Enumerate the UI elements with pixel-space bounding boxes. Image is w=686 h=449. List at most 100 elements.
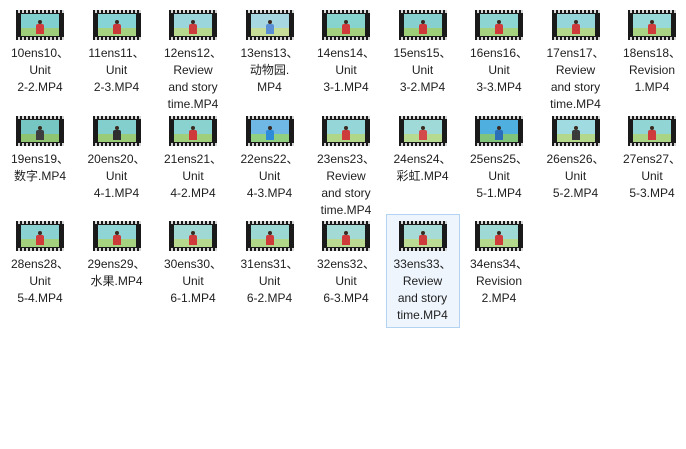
video-file-item[interactable]: 17ens17、 Review and story time.MP4 xyxy=(539,3,613,117)
film-perforation xyxy=(475,221,523,224)
video-thumbnail-icon xyxy=(92,10,141,40)
video-thumbnail-icon xyxy=(322,221,370,251)
presenter-figure xyxy=(112,20,121,34)
presenter-figure xyxy=(342,231,350,245)
film-perforation xyxy=(169,143,217,146)
presenter-figure xyxy=(495,20,503,34)
video-frame xyxy=(174,225,212,247)
film-perforation xyxy=(551,116,600,119)
video-frame xyxy=(480,225,518,247)
film-perforation xyxy=(16,248,64,251)
video-frame xyxy=(250,120,289,142)
video-frame xyxy=(250,14,289,36)
video-file-item[interactable]: 10ens10、 Unit 2-2.MP4 xyxy=(3,3,77,100)
film-perforation xyxy=(398,37,447,40)
video-file-item[interactable]: 19ens19、 数字.MP4 xyxy=(3,109,77,189)
presenter-figure xyxy=(36,20,44,34)
video-file-item[interactable]: 12ens12、 Review and story time.MP4 xyxy=(156,3,230,117)
file-name-label: 27ens27、 Unit 5-3.MP4 xyxy=(622,152,682,200)
video-file-item[interactable]: 29ens29、 水果.MP4 xyxy=(80,214,154,294)
video-frame xyxy=(480,14,518,36)
film-perforation xyxy=(245,248,294,251)
video-file-item-selected[interactable]: 33ens33、 Review and story time.MP4 xyxy=(385,214,460,328)
film-perforation xyxy=(475,116,523,119)
video-thumbnail-icon xyxy=(398,116,447,146)
presenter-figure xyxy=(342,20,350,34)
video-thumbnail-icon xyxy=(628,116,676,146)
film-perforation xyxy=(551,37,600,40)
video-frame xyxy=(174,14,212,36)
video-thumbnail-icon xyxy=(322,116,370,146)
video-file-item[interactable]: 31ens31、 Unit 6-2.MP4 xyxy=(233,214,307,311)
presenter-figure xyxy=(189,126,197,140)
video-thumbnail-icon xyxy=(398,221,447,251)
film-perforation xyxy=(322,221,370,224)
video-frame xyxy=(633,120,671,142)
video-file-item[interactable]: 16ens16、 Unit 3-3.MP4 xyxy=(462,3,536,100)
presenter-figure xyxy=(265,231,274,245)
video-thumbnail-icon xyxy=(398,10,447,40)
video-thumbnail-icon xyxy=(169,221,217,251)
file-name-label: 26ens26、 Unit 5-2.MP4 xyxy=(546,152,605,200)
film-perforation xyxy=(169,221,217,224)
video-frame xyxy=(556,120,595,142)
video-thumbnail-icon xyxy=(92,221,141,251)
film-perforation xyxy=(92,143,141,146)
file-name-label: 32ens32、 Unit 6-3.MP4 xyxy=(316,257,376,305)
video-file-item[interactable]: 23ens23、 Review and story time.MP4 xyxy=(309,109,383,223)
video-thumbnail-icon xyxy=(628,10,676,40)
film-perforation xyxy=(245,221,294,224)
film-perforation xyxy=(169,37,217,40)
video-frame xyxy=(97,120,136,142)
film-perforation xyxy=(628,143,676,146)
video-file-item[interactable]: 32ens32、 Unit 6-3.MP4 xyxy=(309,214,383,311)
film-perforation xyxy=(475,37,523,40)
video-thumbnail-icon xyxy=(16,221,64,251)
file-name-label: 25ens25、 Unit 5-1.MP4 xyxy=(469,152,529,200)
video-frame xyxy=(97,225,136,247)
video-frame xyxy=(327,14,365,36)
video-file-item[interactable]: 20ens20、 Unit 4-1.MP4 xyxy=(80,109,154,206)
video-file-item[interactable]: 27ens27、 Unit 5-3.MP4 xyxy=(615,109,686,206)
film-perforation xyxy=(16,221,64,224)
video-file-item[interactable]: 24ens24、 彩虹.MP4 xyxy=(386,109,460,189)
film-perforation xyxy=(628,37,676,40)
video-file-item[interactable]: 28ens28、 Unit 5-4.MP4 xyxy=(3,214,77,311)
video-thumbnail-icon xyxy=(169,10,217,40)
film-perforation xyxy=(551,10,600,13)
video-file-item[interactable]: 13ens13、 动物园. MP4 xyxy=(233,3,307,100)
presenter-figure xyxy=(418,20,427,34)
film-perforation xyxy=(169,248,217,251)
video-thumbnail-icon xyxy=(92,116,141,146)
film-perforation xyxy=(322,116,370,119)
video-file-item[interactable]: 30ens30、 Unit 6-1.MP4 xyxy=(156,214,230,311)
video-thumbnail-icon xyxy=(551,116,600,146)
video-frame xyxy=(403,120,442,142)
presenter-figure xyxy=(571,126,580,140)
presenter-figure xyxy=(36,231,44,245)
video-file-item[interactable]: 26ens26、 Unit 5-2.MP4 xyxy=(539,109,613,206)
video-file-item[interactable]: 22ens22、 Unit 4-3.MP4 xyxy=(233,109,307,206)
video-thumbnail-icon xyxy=(16,116,64,146)
video-frame xyxy=(633,14,671,36)
video-file-item[interactable]: 34ens34、 Revision 2.MP4 xyxy=(462,214,536,311)
video-frame xyxy=(327,120,365,142)
video-file-item[interactable]: 14ens14、 Unit 3-1.MP4 xyxy=(309,3,383,100)
presenter-figure xyxy=(112,126,121,140)
file-name-label: 18ens18、 Revision 1.MP4 xyxy=(622,46,682,94)
presenter-figure xyxy=(495,231,503,245)
video-file-item[interactable]: 18ens18、 Revision 1.MP4 xyxy=(615,3,686,100)
video-file-item[interactable]: 21ens21、 Unit 4-2.MP4 xyxy=(156,109,230,206)
presenter-figure xyxy=(36,126,44,140)
file-name-label: 19ens19、 数字.MP4 xyxy=(10,152,70,183)
video-file-item[interactable]: 11ens11、 Unit 2-3.MP4 xyxy=(80,3,154,100)
file-name-label: 24ens24、 彩虹.MP4 xyxy=(393,152,452,183)
video-file-item[interactable]: 15ens15、 Unit 3-2.MP4 xyxy=(386,3,460,100)
video-file-item[interactable]: 25ens25、 Unit 5-1.MP4 xyxy=(462,109,536,206)
film-perforation xyxy=(322,37,370,40)
video-frame xyxy=(327,225,365,247)
video-thumbnail-icon xyxy=(475,221,523,251)
video-thumbnail-icon xyxy=(245,221,294,251)
video-frame xyxy=(480,120,518,142)
file-name-label: 21ens21、 Unit 4-2.MP4 xyxy=(163,152,223,200)
